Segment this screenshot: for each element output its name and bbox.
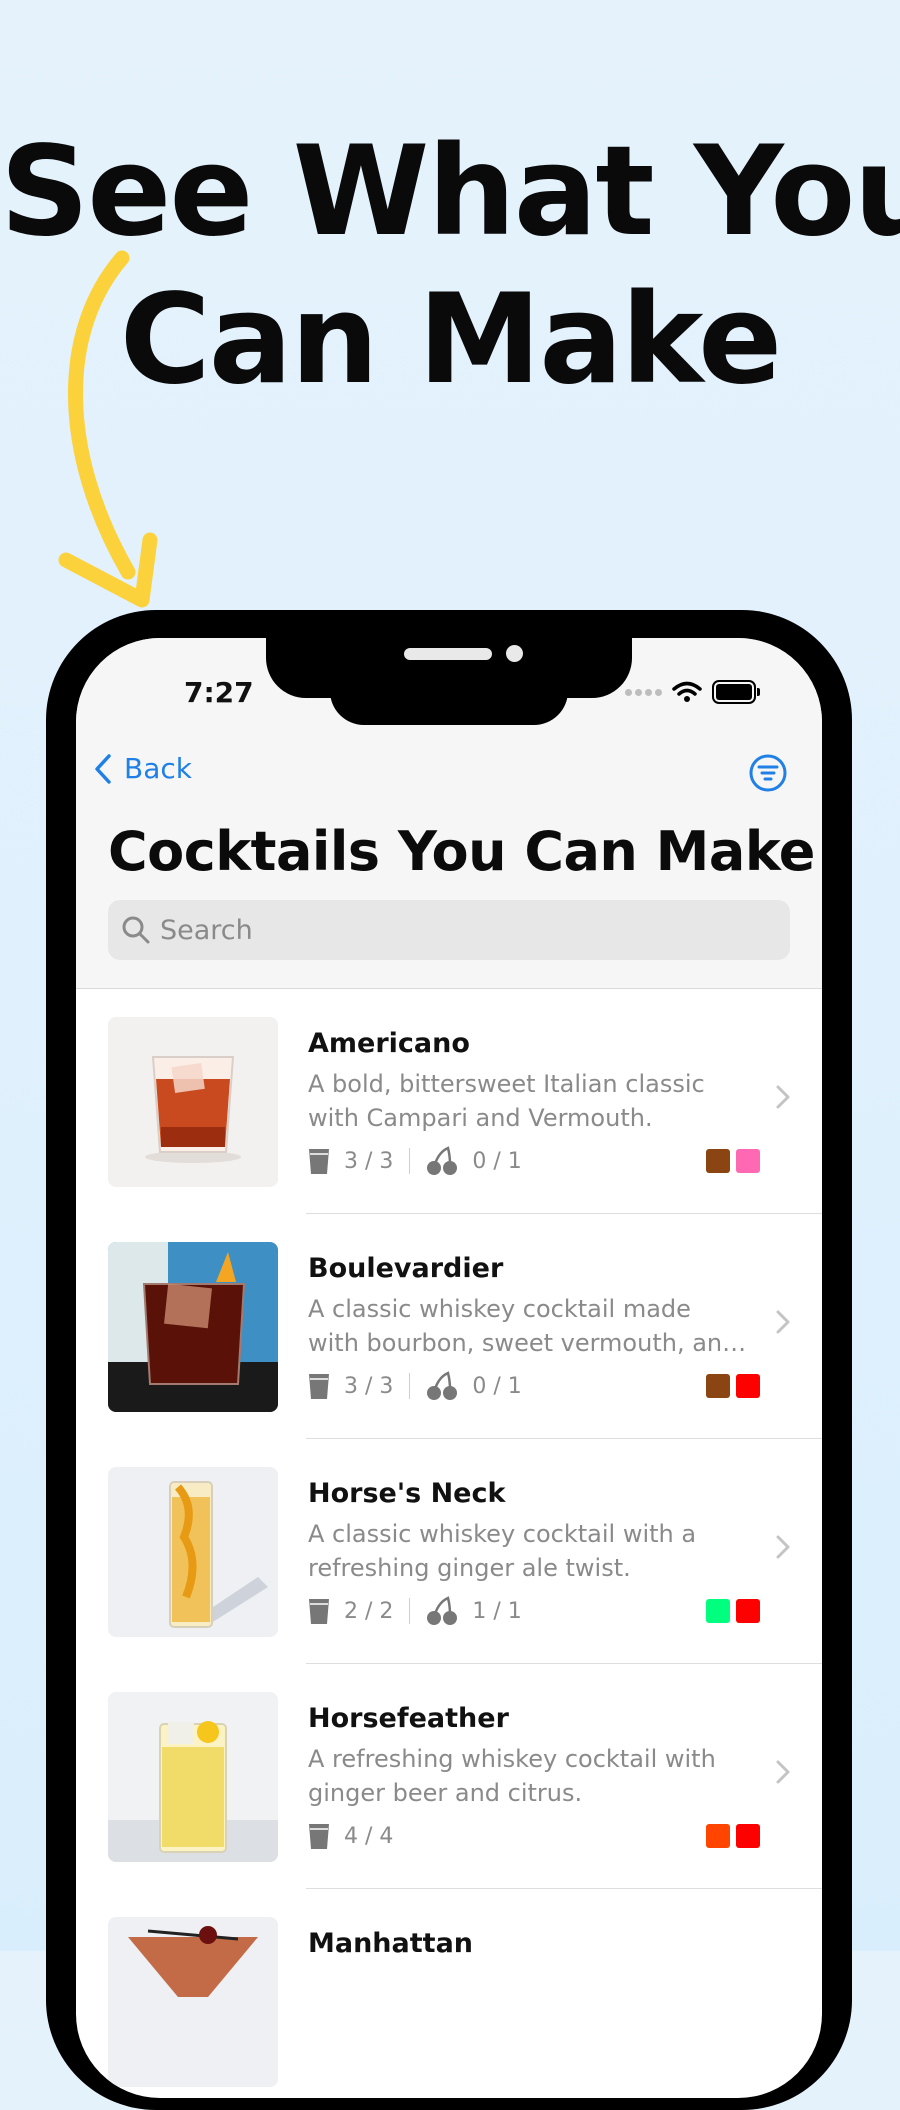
marketing-headline: See What You Can Make (0, 118, 900, 414)
garnish-count: 0 / 1 (472, 1373, 522, 1399)
color-chips (706, 1149, 760, 1173)
cocktail-photo (108, 1917, 278, 2087)
signal-dots-icon (625, 688, 662, 696)
cocktail-photo (108, 1467, 278, 1637)
status-time: 7:27 (184, 676, 254, 709)
spirits-count: 4 / 4 (344, 1823, 394, 1849)
color-chip (736, 1149, 760, 1173)
cocktail-photo (108, 1692, 278, 1862)
cocktail-description: A classic whiskey cocktail made with bou… (308, 1295, 738, 1357)
page-title: Cocktails You Can Make (108, 820, 815, 883)
color-chip (706, 1374, 730, 1398)
cocktail-row-horsefeather[interactable]: Horsefeather A refreshing whiskey cockta… (76, 1664, 822, 1889)
chevron-right-icon (776, 1310, 790, 1334)
camera-icon (506, 645, 523, 662)
cocktail-list: Americano A bold, bittersweet Italian cl… (76, 989, 822, 2098)
cocktail-row-manhattan[interactable]: Manhattan (76, 1889, 822, 2098)
color-chip (706, 1149, 730, 1173)
cocktail-description: A bold, bittersweet Italian classic with… (308, 1070, 705, 1132)
phone-screen: 7:27 Back Cocktails You Can Make Search … (76, 638, 822, 2098)
color-chips (706, 1599, 760, 1623)
cocktail-name: Boulevardier (308, 1253, 504, 1284)
cocktail-photo (108, 1017, 278, 1187)
garnish-count: 1 / 1 (472, 1598, 522, 1624)
spirits-count: 2 / 2 (344, 1598, 394, 1624)
chevron-right-icon (776, 1535, 790, 1559)
cherry-icon (427, 1596, 458, 1625)
color-chip (736, 1824, 760, 1848)
back-label: Back (124, 752, 192, 785)
headline-line-2: Can Make (119, 268, 782, 412)
color-chip (706, 1599, 730, 1623)
phone-frame: 7:27 Back Cocktails You Can Make Search … (46, 610, 852, 2110)
cocktail-row-americano[interactable]: Americano A bold, bittersweet Italian cl… (76, 989, 822, 1214)
cherry-icon (427, 1146, 458, 1175)
cocktail-name: Americano (308, 1028, 470, 1059)
cocktail-row-boulevardier[interactable]: Boulevardier A classic whiskey cocktail … (76, 1214, 822, 1439)
garnish-count: 0 / 1 (472, 1148, 522, 1174)
glass-icon (309, 1824, 329, 1849)
glass-icon (309, 1374, 329, 1399)
cocktail-description: A refreshing whiskey cocktail with ginge… (308, 1745, 716, 1807)
color-chip (736, 1374, 760, 1398)
cherry-icon (427, 1371, 458, 1400)
speaker-icon (404, 648, 492, 660)
cocktail-description: A classic whiskey cocktail with a refres… (308, 1520, 697, 1582)
notch-lower (330, 668, 568, 725)
glass-icon (309, 1149, 329, 1174)
spirits-count: 3 / 3 (344, 1373, 394, 1399)
filter-icon (749, 754, 787, 792)
battery-icon (712, 680, 760, 704)
magnifier-icon (122, 916, 150, 944)
back-button[interactable]: Back (94, 752, 192, 785)
filter-button[interactable] (748, 753, 788, 797)
chevron-right-icon (776, 1085, 790, 1109)
headline-line-1: See What You (0, 120, 900, 264)
cocktail-name: Horse's Neck (308, 1478, 506, 1509)
color-chip (736, 1599, 760, 1623)
chevron-left-icon (95, 753, 111, 784)
color-chips (706, 1374, 760, 1398)
cocktail-row-horses-neck[interactable]: Horse's Neck A classic whiskey cocktail … (76, 1439, 822, 1664)
chevron-right-icon (776, 1760, 790, 1784)
color-chip (706, 1824, 730, 1848)
spirits-count: 3 / 3 (344, 1148, 394, 1174)
search-placeholder: Search (160, 914, 253, 946)
cocktail-name: Horsefeather (308, 1703, 509, 1734)
glass-icon (309, 1599, 329, 1624)
wifi-icon (672, 681, 702, 702)
search-input[interactable]: Search (108, 900, 790, 960)
cocktail-name: Manhattan (308, 1928, 474, 1959)
color-chips (706, 1824, 760, 1848)
status-icons (625, 680, 760, 704)
cocktail-photo (108, 1242, 278, 1412)
